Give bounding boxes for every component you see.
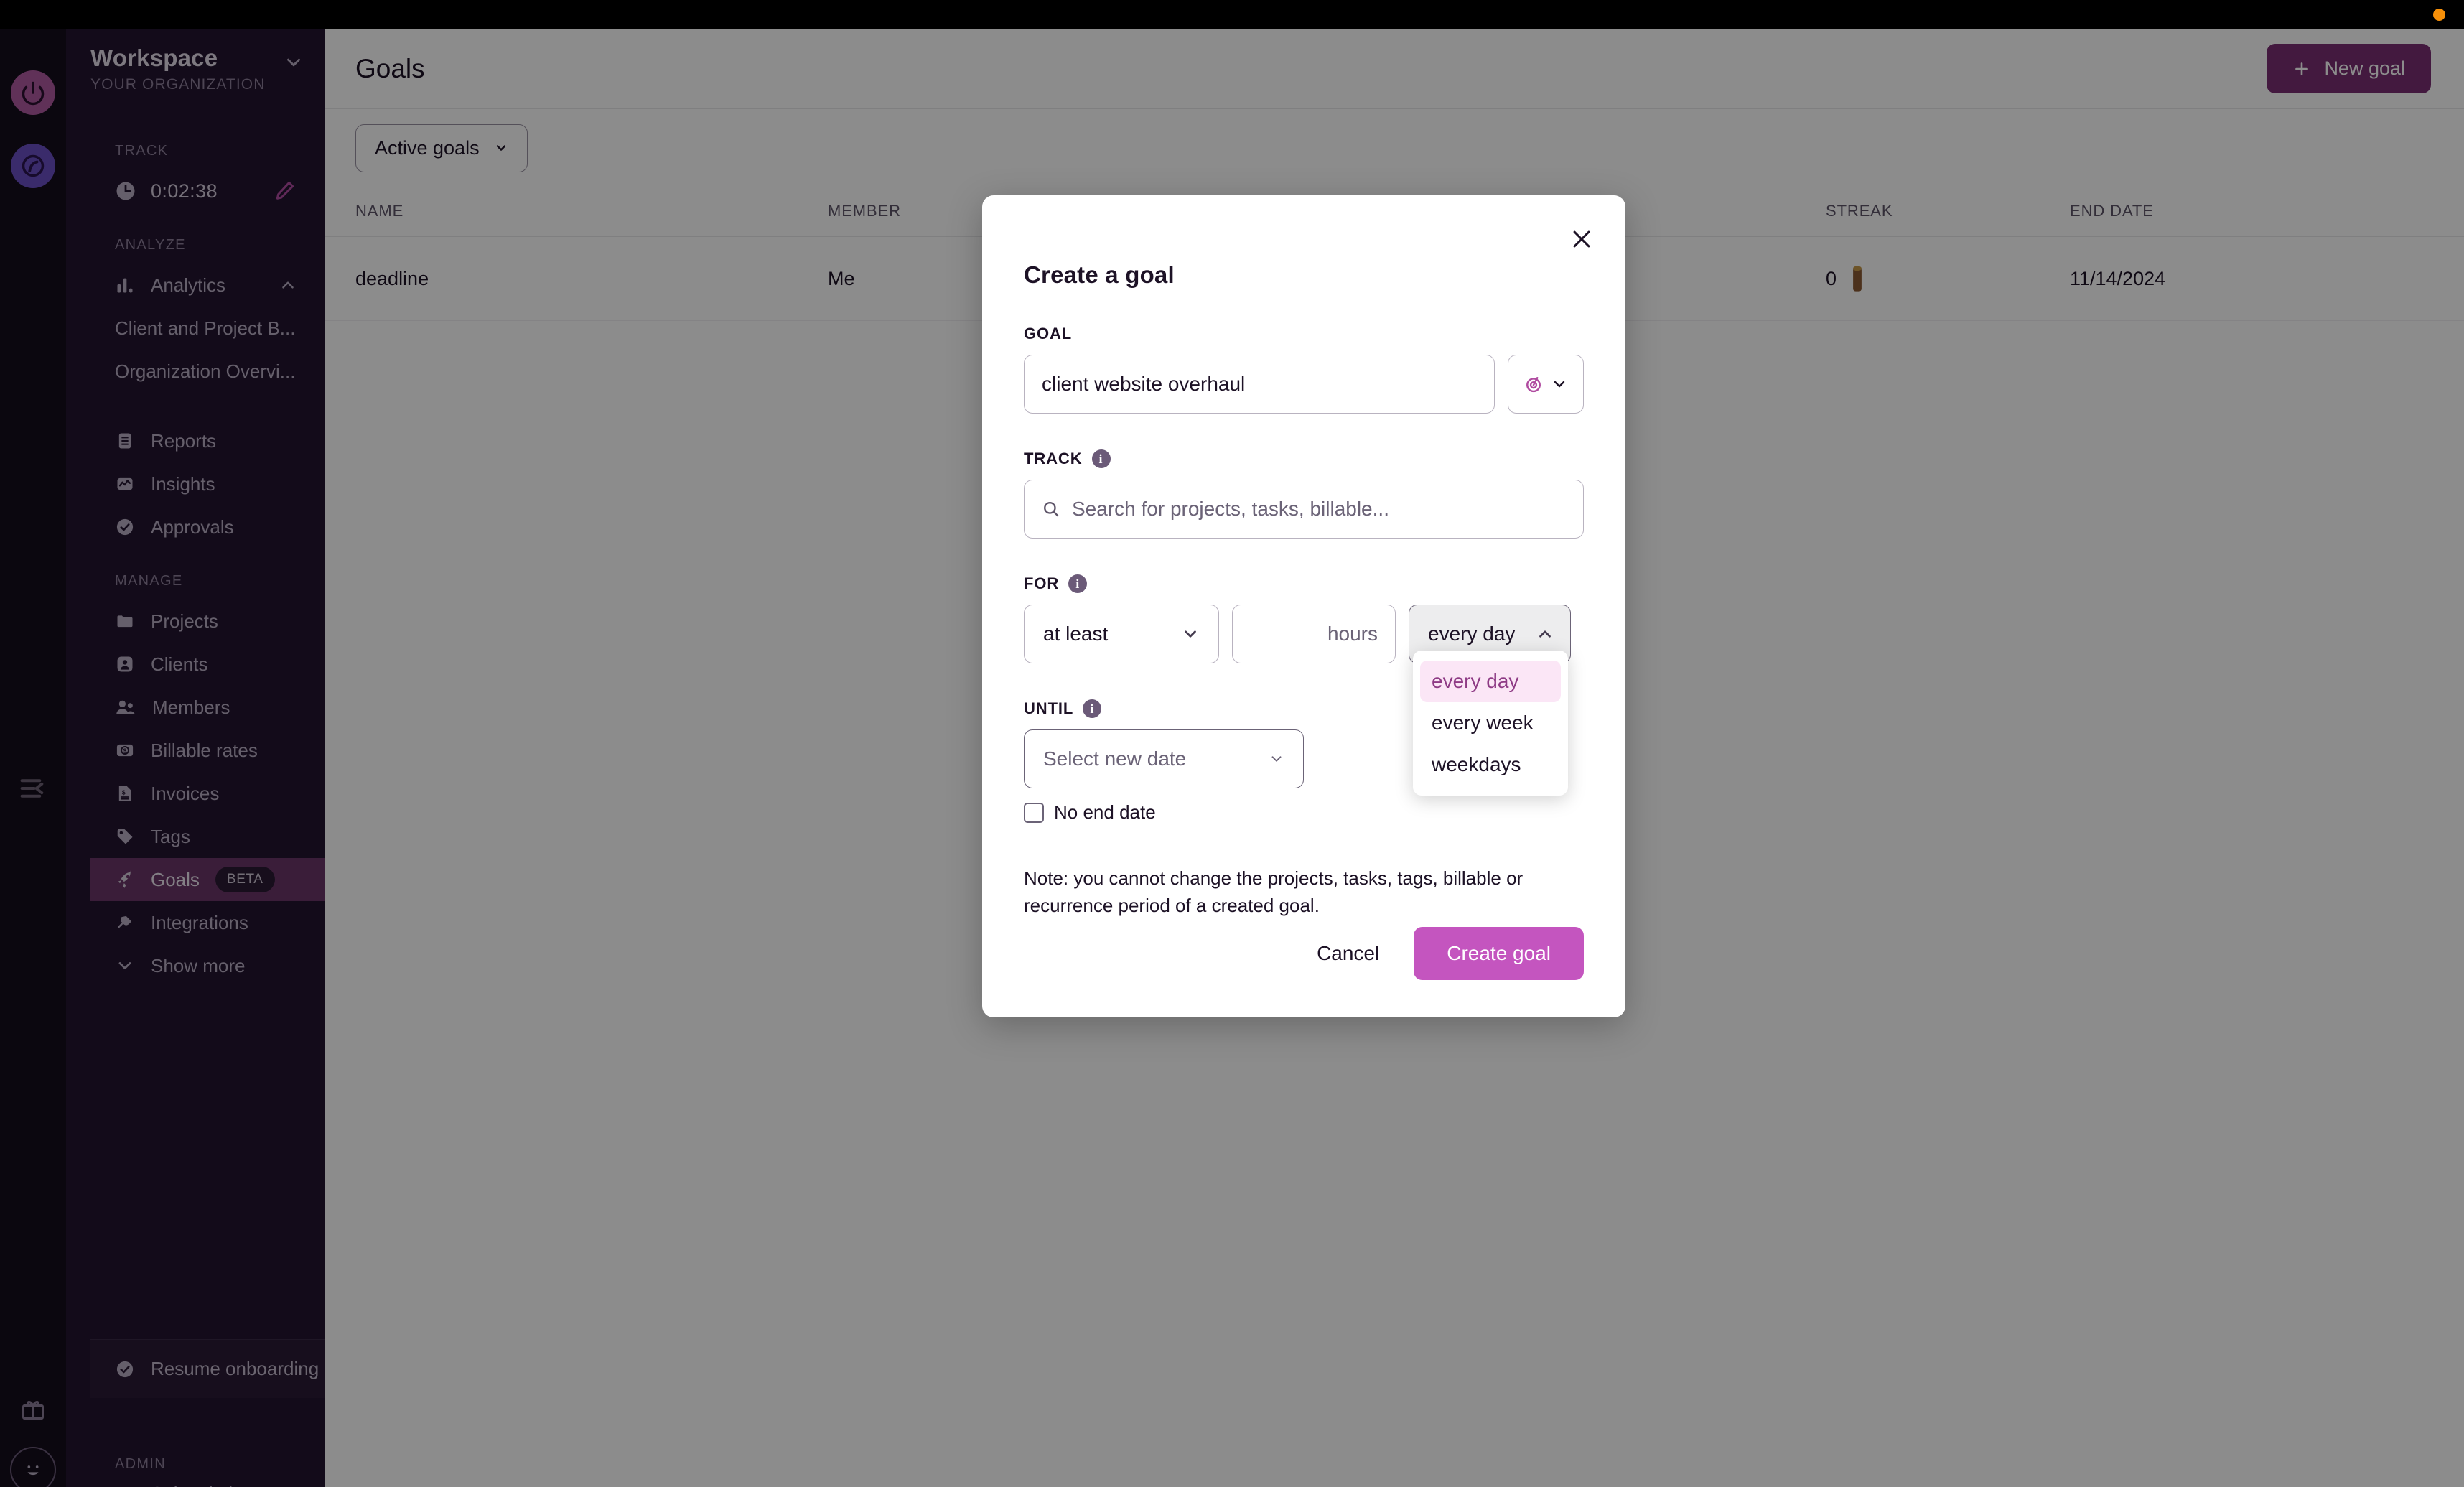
until-label-text: UNTIL — [1024, 699, 1074, 717]
recurrence-option-every-week[interactable]: every week — [1420, 702, 1561, 744]
until-date-value: Select new date — [1043, 747, 1187, 770]
no-end-date-label: No end date — [1054, 801, 1156, 823]
recurrence-option-weekdays[interactable]: weekdays — [1420, 744, 1561, 786]
modal-title: Create a goal — [1024, 261, 1175, 288]
until-date-select[interactable]: Select new date — [1024, 729, 1304, 788]
chevron-down-icon — [1181, 625, 1200, 643]
for-label-text: FOR — [1024, 574, 1060, 592]
search-icon — [1042, 500, 1060, 518]
goal-field-label: GOAL — [1024, 325, 1584, 343]
comparator-value: at least — [1043, 623, 1109, 645]
track-search-wrap — [1024, 480, 1584, 539]
create-goal-modal: Create a goal GOAL TRACK i — [982, 195, 1625, 1017]
goal-field-row — [1024, 355, 1584, 414]
info-icon[interactable]: i — [1083, 699, 1102, 718]
chevron-down-icon — [1269, 751, 1284, 767]
recurrence-dropdown-menu: every day every week weekdays — [1413, 651, 1568, 796]
hours-input[interactable] — [1250, 623, 1378, 645]
chevron-up-icon — [1536, 625, 1554, 643]
track-field-label: TRACK i — [1024, 449, 1584, 468]
modal-note: Note: you cannot change the projects, ta… — [1024, 867, 1523, 916]
track-label-text: TRACK — [1024, 449, 1083, 467]
goal-label-text: GOAL — [1024, 325, 1073, 342]
browser-top-strip — [0, 0, 2464, 29]
comparator-select[interactable]: at least — [1024, 605, 1219, 663]
no-end-date-checkbox[interactable] — [1024, 802, 1044, 823]
hours-field — [1232, 605, 1396, 663]
no-end-date-row: No end date — [1024, 801, 1584, 824]
close-icon[interactable] — [1564, 221, 1600, 257]
info-icon[interactable]: i — [1068, 574, 1088, 593]
notification-dot-icon — [2433, 9, 2445, 21]
goal-target-icon — [1523, 374, 1544, 394]
track-search-input[interactable] — [1072, 498, 1566, 521]
recurrence-value: every day — [1428, 623, 1516, 645]
create-goal-button[interactable]: Create goal — [1414, 927, 1584, 980]
recurrence-option-every-day[interactable]: every day — [1420, 661, 1561, 702]
goal-input[interactable] — [1024, 355, 1495, 414]
chevron-down-icon — [1551, 376, 1568, 393]
cancel-button[interactable]: Cancel — [1317, 942, 1379, 965]
for-field-label: FOR i — [1024, 574, 1584, 593]
app-root: Goals New goal Active goals NAME MEMBER — [0, 0, 2464, 1487]
info-icon[interactable]: i — [1091, 449, 1111, 468]
modal-footer: Cancel Create goal — [1024, 927, 1584, 980]
goal-type-selector[interactable] — [1508, 355, 1584, 414]
